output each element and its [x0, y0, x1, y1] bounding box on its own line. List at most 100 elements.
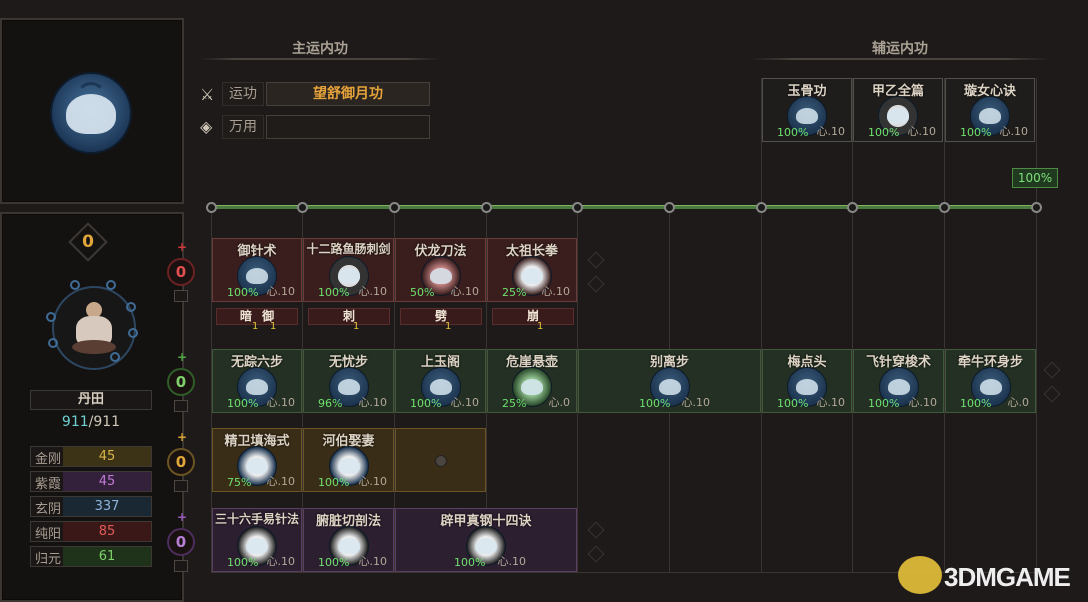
stat-value: 61	[63, 547, 151, 566]
skill-card[interactable]: 无踪六步 100% 心.10	[212, 349, 302, 413]
skill-mastery: 96%	[318, 397, 343, 410]
tag-count: 1	[252, 321, 259, 332]
tag-text: 暗	[239, 309, 252, 323]
skill-xin: 心.10	[266, 475, 296, 488]
row-slot	[174, 400, 188, 412]
skill-card[interactable]: 无忧步 96% 心.10	[303, 349, 394, 413]
neigong-emblem-icon[interactable]	[50, 72, 132, 154]
connector-diamond	[1043, 361, 1061, 379]
skill-card[interactable]: 三十六手易针法 100% 心.10	[212, 508, 302, 572]
skill-card[interactable]: 十二路鱼肠刺剑 100% 心.10	[303, 238, 394, 302]
wanyong-slot[interactable]	[266, 115, 430, 139]
row-slot	[174, 480, 188, 492]
empty-slot-dot-icon	[435, 455, 447, 467]
orbit-node-icon	[106, 280, 116, 290]
skill-mastery: 100%	[868, 126, 900, 139]
orbit-node-icon	[126, 302, 136, 312]
yungong-icon: ⚔	[200, 85, 215, 104]
aux-skill-card[interactable]: 璇女心诀 100% 心.10	[945, 78, 1035, 142]
skill-card[interactable]: 上玉阁 100% 心.10	[395, 349, 486, 413]
node-icon	[664, 202, 675, 213]
row-slot	[174, 290, 188, 302]
skill-mastery: 100%	[318, 476, 350, 489]
orbit-node-icon	[46, 312, 56, 322]
skill-mastery: 100%	[318, 286, 350, 299]
node-icon	[572, 202, 583, 213]
skill-mastery: 25%	[502, 286, 527, 299]
tag-count: 1	[445, 321, 452, 332]
orbit-node-icon	[70, 280, 80, 290]
stat-label: 归元	[35, 552, 62, 567]
node-icon	[756, 202, 767, 213]
skill-card[interactable]: 危崖悬壶 25% 心.0	[487, 349, 577, 413]
skill-xin: 心.10	[358, 555, 388, 568]
row-plus[interactable]: +	[177, 240, 187, 254]
skill-xin: 心.10	[908, 396, 938, 409]
dantian-label: 丹田	[30, 390, 152, 410]
row-plus[interactable]: +	[177, 510, 187, 524]
yungong-slot[interactable]: 望舒御月功	[266, 82, 430, 106]
skill-xin: 心.10	[266, 555, 296, 568]
skill-card[interactable]: 腑脏切剖法 100% 心.10	[303, 508, 394, 572]
skill-card[interactable]: 御针术 100% 心.10	[212, 238, 302, 302]
skill-mastery: 100%	[227, 286, 259, 299]
row-plus[interactable]: +	[177, 350, 187, 364]
skill-xin: 心.10	[999, 125, 1029, 138]
row-counter-yellow: 0	[167, 448, 195, 476]
skill-card[interactable]: 牵牛环身步 100% 心.0	[945, 349, 1036, 413]
node-icon	[481, 202, 492, 213]
wanyong-label: 万用	[222, 115, 264, 139]
connector-diamond	[587, 545, 605, 563]
skill-name: 三十六手易针法	[214, 512, 299, 526]
node-icon	[389, 202, 400, 213]
skill-mastery: 100%	[454, 556, 486, 569]
tag-count: 1	[537, 321, 544, 332]
stat-chunyang: 纯阳 85	[30, 521, 152, 542]
tag-count: 1	[353, 321, 360, 332]
skill-mastery: 100%	[227, 397, 259, 410]
level-value: 0	[82, 232, 94, 252]
connector-diamond	[587, 521, 605, 539]
skill-card[interactable]: 河伯娶妻 100% 心.10	[303, 428, 394, 492]
skill-card[interactable]: 飞针穿梭术 100% 心.10	[853, 349, 944, 413]
skill-mastery: 100%	[777, 397, 809, 410]
skill-mastery: 100%	[318, 556, 350, 569]
skill-card[interactable]: 精卫填海式 75% 心.10	[212, 428, 302, 492]
skill-mastery: 100%	[639, 397, 671, 410]
grid-line	[1036, 78, 1037, 572]
connector-diamond	[587, 251, 605, 269]
skill-card[interactable]: 梅点头 100% 心.10	[762, 349, 852, 413]
skill-card[interactable]: 伏龙刀法 50% 心.10	[395, 238, 486, 302]
dantian-max: 911	[93, 414, 121, 430]
dantian-current: 911	[61, 414, 89, 430]
main-title-underline	[200, 58, 440, 60]
skill-xin: 心.10	[450, 396, 480, 409]
empty-skill-slot[interactable]	[395, 428, 486, 492]
tag-count: 1	[270, 321, 277, 332]
orbit-node-icon	[110, 352, 120, 362]
skill-card[interactable]: 太祖长拳 25% 心.10	[487, 238, 577, 302]
watermark-text: 3DMGAME	[944, 562, 1071, 592]
stat-value: 45	[63, 472, 151, 491]
skill-mastery: 100%	[960, 397, 992, 410]
skill-xin: 心.10	[266, 285, 296, 298]
skill-xin: 心.10	[497, 555, 527, 568]
aux-skill-card[interactable]: 玉骨功 100% 心.10	[762, 78, 852, 142]
attack-type-tag: 刺	[308, 308, 390, 325]
skill-mastery: 100%	[960, 126, 992, 139]
skill-card[interactable]: 别离步 100% 心.10	[578, 349, 761, 413]
aux-skill-card[interactable]: 甲乙全篇 100% 心.10	[853, 78, 943, 142]
grid-line	[761, 78, 762, 572]
skill-xin: 心.0	[1007, 396, 1030, 409]
skill-mastery: 100%	[868, 397, 900, 410]
skill-card[interactable]: 辟甲真钢十四诀 100% 心.10	[395, 508, 577, 572]
node-icon	[939, 202, 950, 213]
row-plus[interactable]: +	[177, 430, 187, 444]
attack-type-tag: 劈	[400, 308, 482, 325]
stat-zixia: 紫霞 45	[30, 471, 152, 492]
skill-mastery: 100%	[410, 397, 442, 410]
skill-mastery: 100%	[227, 556, 259, 569]
stat-value: 337	[63, 497, 151, 516]
stat-guiyuan: 归元 61	[30, 546, 152, 567]
skill-xin: 心.10	[907, 125, 937, 138]
